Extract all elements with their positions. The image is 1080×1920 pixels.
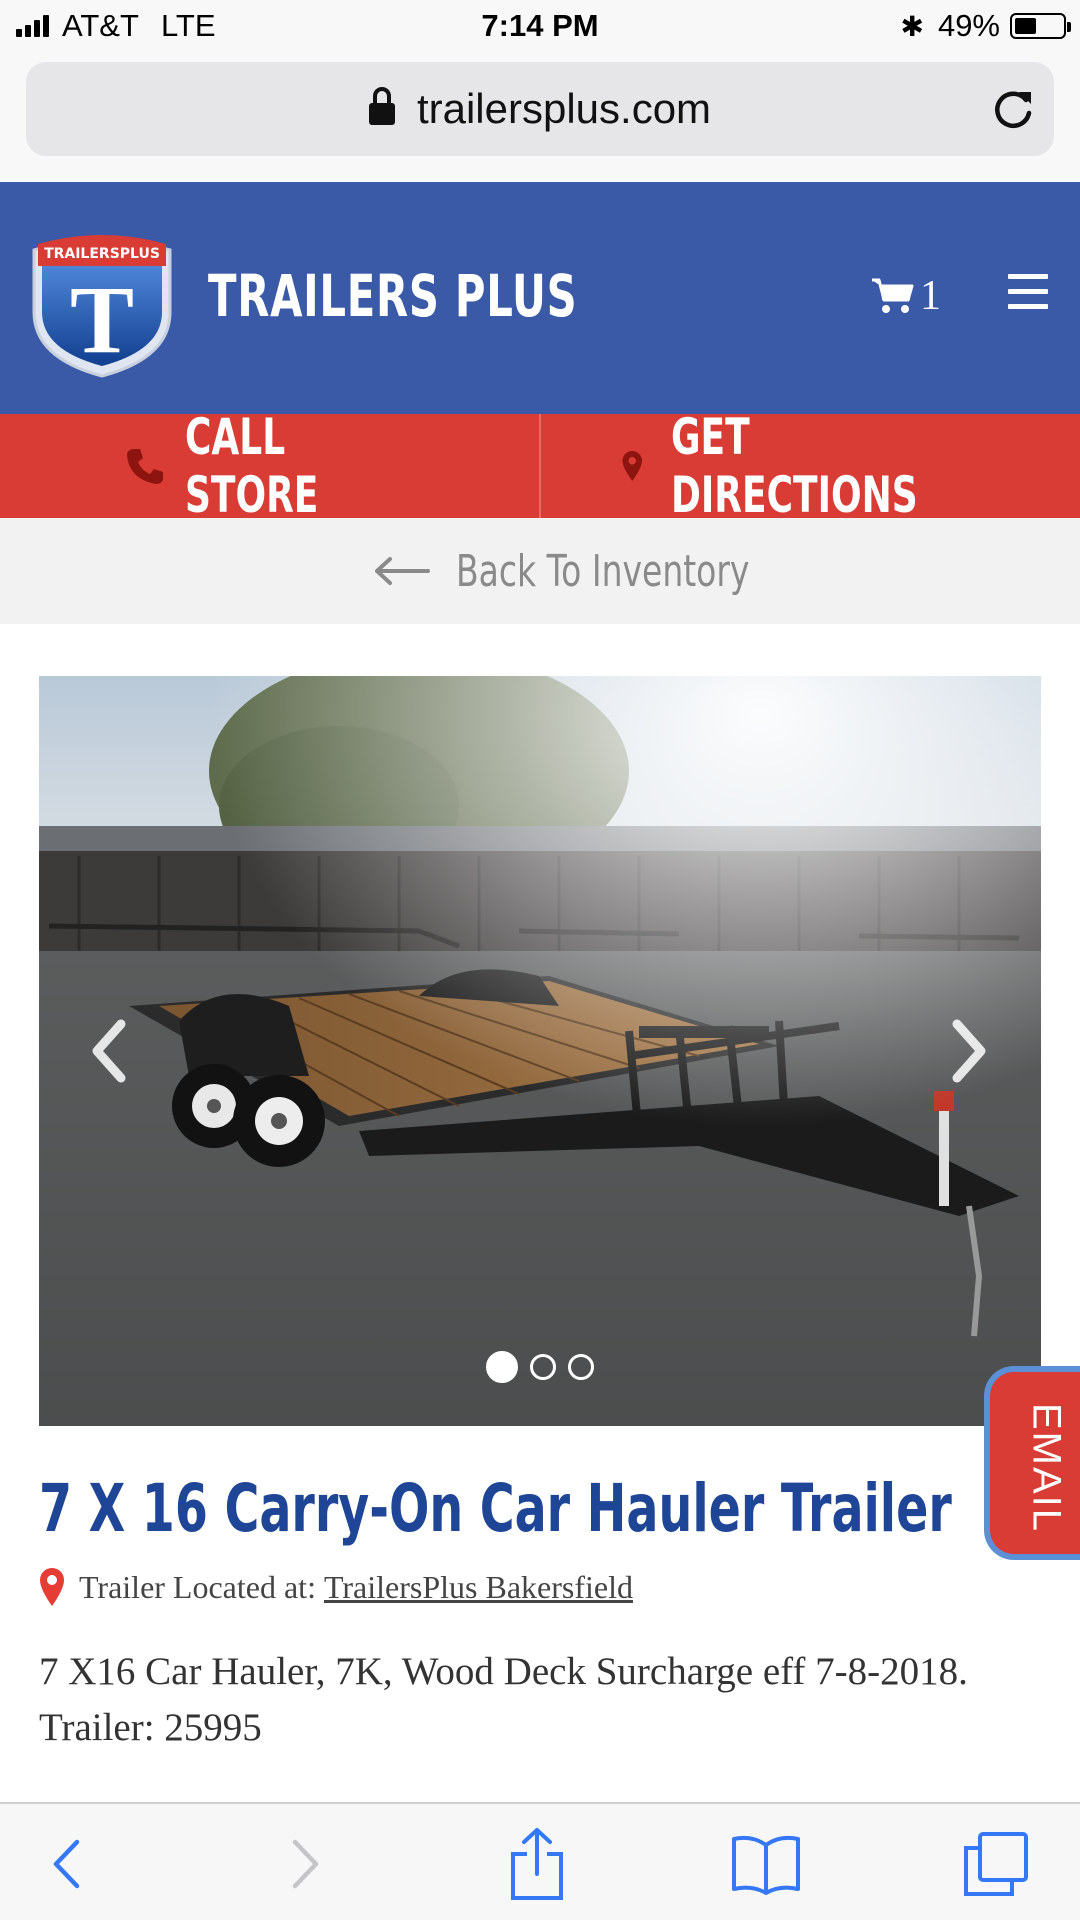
email-tab-label: EMAIL — [1024, 1402, 1069, 1534]
product-location: Trailer Located at: TrailersPlus Bakersf… — [39, 1568, 633, 1606]
get-directions-button[interactable]: GET DIRECTIONS — [541, 408, 1080, 524]
action-bar: CALL STORE GET DIRECTIONS — [0, 408, 1080, 524]
back-to-inventory-link[interactable]: Back To Inventory — [0, 518, 1080, 624]
share-button[interactable] — [502, 1824, 572, 1904]
trailersplus-logo[interactable]: TRAILERSPLUS T — [24, 220, 180, 380]
map-pin-icon — [622, 451, 642, 481]
carousel-next-icon[interactable] — [949, 1016, 989, 1086]
status-right: ✱ 49% — [900, 8, 1071, 44]
url-text[interactable]: trailersplus.com — [417, 85, 711, 133]
carousel-prev-icon[interactable] — [89, 1016, 129, 1086]
back-to-inventory-label: Back To Inventory — [456, 545, 750, 597]
bookmarks-button[interactable] — [728, 1824, 804, 1904]
browser-address-area: trailersplus.com — [0, 52, 1080, 182]
location-pin-icon — [40, 1568, 64, 1606]
browser-toolbar — [0, 1802, 1080, 1920]
cart-count: 1 — [920, 273, 941, 319]
location-prefix: Trailer Located at: — [79, 1568, 316, 1605]
get-directions-label: GET DIRECTIONS — [670, 408, 918, 524]
call-store-label: CALL STORE — [184, 408, 318, 524]
email-tab-button[interactable]: EMAIL — [984, 1366, 1080, 1560]
bluetooth-icon: ✱ — [900, 10, 924, 42]
call-store-button[interactable]: CALL STORE — [0, 408, 541, 524]
address-bar[interactable]: trailersplus.com — [26, 62, 1054, 156]
trailer-photo — [39, 676, 1041, 1426]
browser-forward-button[interactable] — [276, 1824, 336, 1904]
share-icon — [511, 1828, 563, 1900]
status-bar: AT&T LTE 7:14 PM ✱ 49% — [0, 0, 1080, 52]
svg-text:T: T — [70, 266, 134, 373]
carousel-pagination — [39, 1351, 1041, 1383]
bookmarks-book-icon — [732, 1835, 800, 1895]
carousel-dot[interactable] — [486, 1351, 518, 1383]
battery-percent: 49% — [937, 8, 1000, 43]
carousel-dot[interactable] — [568, 1354, 594, 1380]
page: AT&T LTE 7:14 PM ✱ 49% trailersplus.com — [0, 0, 1080, 1920]
shopping-cart-icon — [872, 278, 914, 313]
store-location-link[interactable]: TrailersPlus Bakersfield — [324, 1569, 633, 1606]
battery-icon — [1010, 13, 1071, 39]
battery-level — [1015, 18, 1036, 34]
logo-text: TRAILERSPLUS — [44, 246, 160, 262]
lock-icon — [368, 87, 395, 127]
chevron-left-icon — [53, 1839, 80, 1889]
back-arrow-icon — [375, 557, 430, 585]
product-image-carousel[interactable] — [39, 676, 1041, 1426]
tabs-button[interactable] — [958, 1824, 1034, 1904]
tabs-icon — [964, 1832, 1028, 1896]
browser-back-button[interactable] — [36, 1824, 96, 1904]
product-title: 7 X 16 Carry-On Car Hauler Trailer — [39, 1470, 952, 1547]
brand-name[interactable]: TRAILERS PLUS — [208, 262, 577, 330]
carousel-dot[interactable] — [530, 1354, 556, 1380]
cart-button[interactable]: 1 — [870, 272, 941, 320]
product-description: 7 X16 Car Hauler, 7K, Wood Deck Surcharg… — [39, 1650, 968, 1749]
phone-icon — [126, 449, 163, 484]
hamburger-menu-icon[interactable] — [1008, 274, 1048, 310]
chevron-right-icon — [292, 1839, 319, 1889]
site-header: TRAILERSPLUS T TRAILERS PLUS 1 — [0, 182, 1080, 414]
reload-icon[interactable] — [990, 86, 1036, 132]
